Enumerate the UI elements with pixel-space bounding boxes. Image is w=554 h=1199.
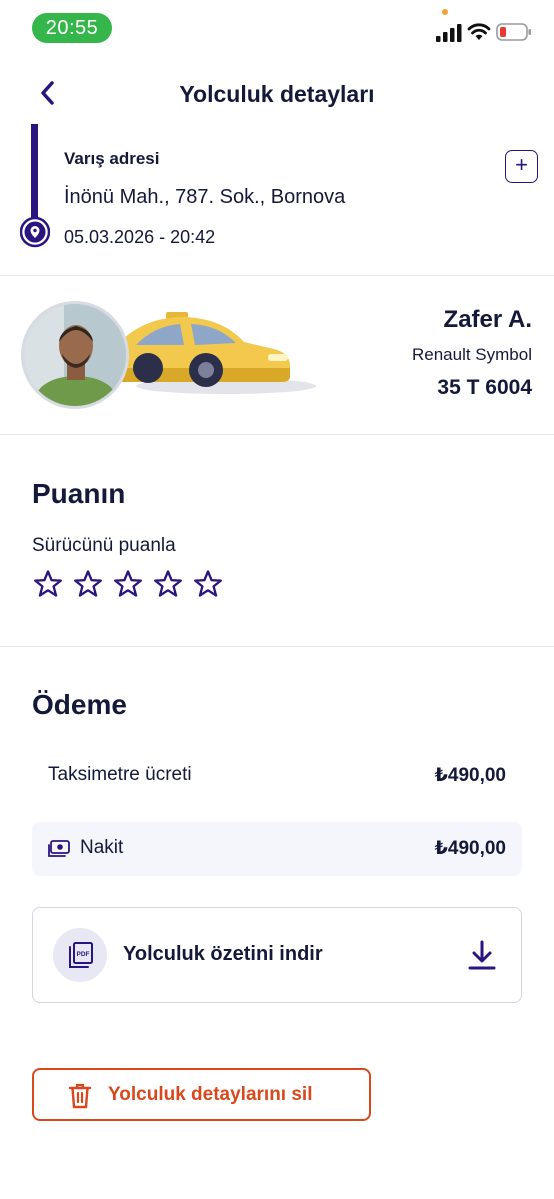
star-2-icon[interactable] xyxy=(73,569,103,599)
star-3-icon[interactable] xyxy=(113,569,143,599)
route-line xyxy=(31,124,38,220)
driver-name: Zafer A. xyxy=(443,306,532,333)
star-5-icon[interactable] xyxy=(193,569,223,599)
divider xyxy=(0,646,554,647)
delete-trip-button[interactable]: Yolculuk detaylarını sil xyxy=(32,1068,371,1121)
add-button[interactable]: + xyxy=(505,150,538,183)
pdf-icon-text: PDF xyxy=(77,951,90,958)
pdf-icon: PDF xyxy=(69,942,93,968)
rating-title: Puanın xyxy=(32,478,126,509)
rating-prompt: Sürücünü puanla xyxy=(32,535,176,556)
page-title: Yolculuk detayları xyxy=(179,81,375,107)
divider xyxy=(0,434,554,435)
driver-avatar xyxy=(21,301,129,409)
fare-label: Taksimetre ücreti xyxy=(48,764,192,785)
star-4-icon[interactable] xyxy=(153,569,183,599)
trash-icon xyxy=(68,1083,92,1109)
download-icon[interactable] xyxy=(467,938,497,972)
download-summary-label: Yolculuk özetini indir xyxy=(123,943,323,965)
star-rating xyxy=(33,569,223,599)
payment-method-row: Nakit ₺490,00 xyxy=(32,822,522,876)
delete-trip-label: Yolculuk detaylarını sil xyxy=(108,1084,313,1105)
fare-row: Taksimetre ücreti ₺490,00 xyxy=(32,752,522,802)
star-1-icon[interactable] xyxy=(33,569,63,599)
cash-icon xyxy=(48,840,70,857)
battery-low-icon xyxy=(496,23,531,41)
status-time: 20:55 xyxy=(32,13,112,43)
fare-value: ₺490,00 xyxy=(434,765,506,786)
wifi-icon xyxy=(467,23,491,40)
trip-datetime: 05.03.2026 - 20:42 xyxy=(64,227,216,247)
payment-title: Ödeme xyxy=(32,689,127,720)
payment-method-value: ₺490,00 xyxy=(434,838,506,859)
status-bar: 20:55 xyxy=(0,0,554,56)
destination-address: İnönü Mah., 787. Sok., Bornova xyxy=(64,186,346,208)
taxi-car-illustration xyxy=(112,312,316,394)
payment-method-label: Nakit xyxy=(80,837,124,858)
location-pin-icon xyxy=(20,216,50,248)
divider xyxy=(0,275,554,276)
license-plate: 35 T 6004 xyxy=(437,376,532,399)
pdf-icon-badge: PDF xyxy=(53,928,107,982)
destination-label: Varış adresi xyxy=(64,149,160,168)
privacy-indicator-dot xyxy=(442,9,448,15)
car-model: Renault Symbol xyxy=(411,345,532,364)
driver-photo xyxy=(24,304,126,406)
signal-icon xyxy=(436,24,462,42)
download-summary-button[interactable]: PDF Yolculuk özetini indir xyxy=(32,907,522,1003)
